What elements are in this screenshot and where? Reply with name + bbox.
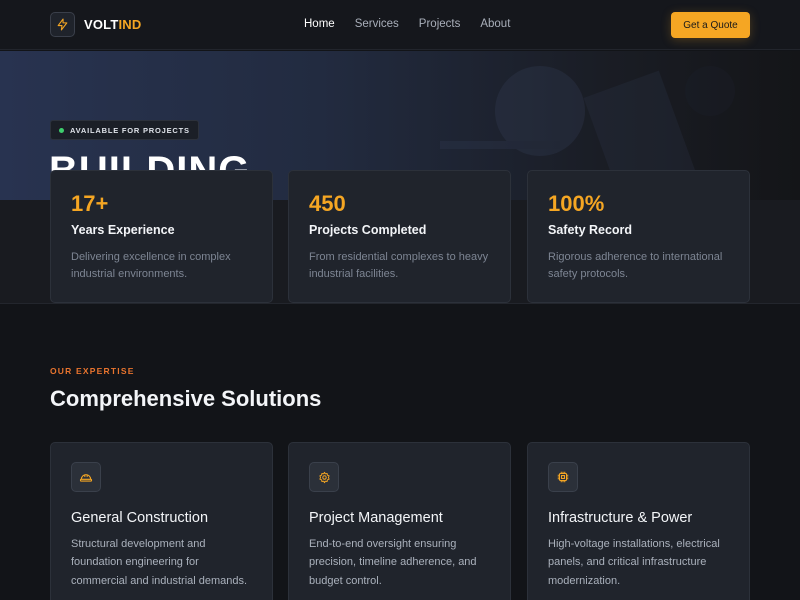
stat-description: Rigorous adherence to international safe… [548, 251, 723, 280]
stat-card: 100% Safety Record Rigorous adherence to… [527, 170, 750, 303]
get-quote-button[interactable]: Get a Quote [671, 12, 750, 38]
nav-link-about[interactable]: About [480, 18, 510, 30]
service-title: Infrastructure & Power [548, 510, 693, 526]
top-nav: VOLTIND Home Services Projects About Get… [0, 0, 800, 50]
stat-value: 450 [309, 191, 346, 216]
stat-description: Delivering excellence in complex industr… [71, 251, 231, 280]
brand-name-part1: VOLT [84, 17, 119, 32]
section-eyebrow: OUR EXPERTISE [50, 366, 135, 376]
service-description: End-to-end oversight ensuring precision,… [309, 538, 477, 587]
availability-badge: AVAILABLE FOR PROJECTS [50, 120, 199, 140]
stat-value: 100% [548, 191, 605, 216]
availability-text: AVAILABLE FOR PROJECTS [70, 125, 190, 135]
nav-link-services[interactable]: Services [355, 18, 399, 30]
service-card-construction[interactable]: General Construction Structural developm… [50, 442, 273, 600]
gear-icon [309, 462, 339, 492]
section-title: Comprehensive Solutions [50, 386, 322, 411]
status-dot [59, 127, 64, 133]
stat-label: Safety Record [548, 223, 633, 237]
hard-hat-icon [71, 462, 101, 492]
stat-value: 17+ [71, 191, 109, 216]
service-card-management[interactable]: Project Management End-to-end oversight … [288, 442, 511, 600]
service-card-infrastructure[interactable]: Infrastructure & Power High-voltage inst… [527, 442, 750, 600]
service-title: Project Management [309, 510, 443, 526]
stat-description: From residential complexes to heavy indu… [309, 251, 489, 280]
brand-name: VOLTIND [84, 17, 142, 32]
service-title: General Construction [71, 510, 209, 526]
stat-label: Years Experience [71, 223, 175, 237]
nav-link-home[interactable]: Home [304, 18, 335, 30]
service-description: Structural development and foundation en… [71, 538, 248, 587]
stat-label: Projects Completed [309, 223, 427, 237]
service-description: High-voltage installations, electrical p… [548, 538, 720, 587]
stat-card: 450 Projects Completed From residential … [288, 170, 511, 303]
chip-icon [548, 462, 578, 492]
lightning-icon [50, 12, 75, 37]
stat-card: 17+ Years Experience Delivering excellen… [50, 170, 273, 303]
nav-link-projects[interactable]: Projects [419, 18, 461, 30]
brand-name-part2: IND [118, 17, 142, 32]
brand-logo[interactable]: VOLTIND [50, 12, 142, 37]
nav-links: Home Services Projects About [304, 18, 530, 30]
